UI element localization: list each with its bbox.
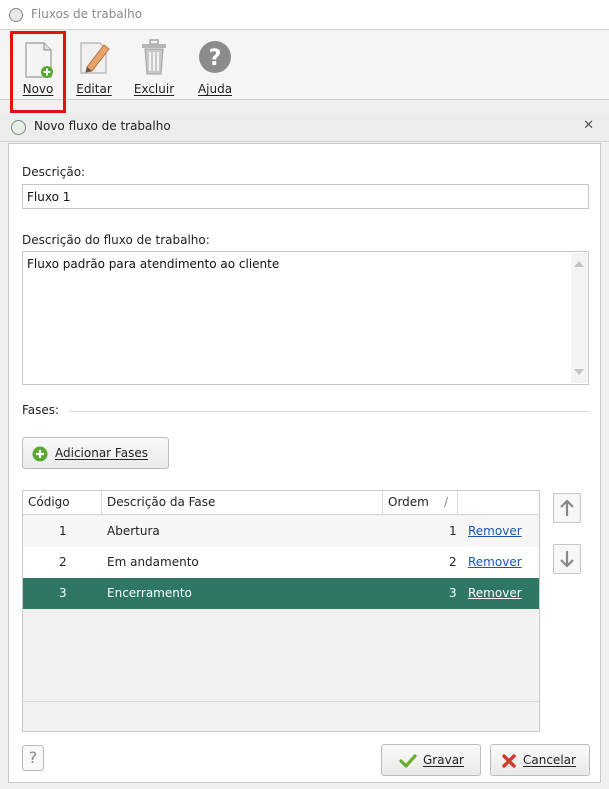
fluxo-desc-label: Descrição do fluxo de trabalho:	[22, 233, 210, 247]
cell-codigo: 3	[59, 586, 67, 600]
plus-circle-icon	[32, 446, 48, 462]
help-button[interactable]: ? Ajuda	[193, 31, 237, 100]
workflow-form: Descrição: Descrição do fluxo de trabalh…	[8, 143, 601, 783]
fases-grid: Código Descrição da Fase Ordem / 1 Abert…	[22, 490, 540, 732]
delete-label: Excluir	[133, 82, 175, 96]
column-header-action	[458, 491, 539, 515]
fases-divider	[69, 411, 589, 412]
new-button[interactable]: Novo	[10, 31, 66, 113]
panel-title: Novo fluxo de trabalho	[34, 119, 171, 133]
sort-indicator-icon: /	[443, 495, 448, 509]
cell-ordem: 1	[449, 524, 457, 538]
move-up-button[interactable]	[553, 493, 581, 523]
add-fases-label: Adicionar Fases	[55, 446, 148, 460]
x-icon	[502, 754, 516, 768]
help-label: Ajuda	[197, 82, 233, 96]
cell-ordem: 2	[449, 555, 457, 569]
edit-label: Editar	[76, 82, 112, 96]
app-icon	[9, 8, 23, 22]
new-label: Novo	[22, 82, 54, 96]
cancel-label: Cancelar	[523, 753, 576, 767]
cell-ordem: 3	[449, 586, 457, 600]
edit-button[interactable]: Editar	[74, 31, 114, 100]
cancel-button[interactable]: Cancelar	[490, 744, 590, 776]
cell-codigo: 2	[59, 555, 67, 569]
home-icon	[11, 120, 26, 135]
arrow-down-icon	[560, 551, 574, 568]
fluxo-desc-textarea[interactable]: Fluxo padrão para atendimento ao cliente	[22, 251, 589, 385]
grid-footer	[23, 701, 539, 731]
edit-pencil-icon	[80, 42, 110, 74]
svg-text:?: ?	[209, 46, 222, 71]
toolbar: Novo Editar Excluir ? Ajuda	[0, 31, 609, 113]
fluxo-desc-text: Fluxo padrão para atendimento ao cliente	[27, 257, 280, 271]
save-label: Gravar	[423, 753, 464, 767]
help-small-button[interactable]: ?	[22, 745, 44, 771]
fases-label: Fases:	[22, 403, 60, 417]
help-question-icon: ?	[199, 41, 231, 73]
remove-link[interactable]: Remover	[468, 586, 522, 600]
cell-descricao: Encerramento	[107, 586, 192, 600]
title-bar: Fluxos de trabalho	[0, 0, 609, 30]
delete-button[interactable]: Excluir	[130, 31, 178, 100]
textarea-scrollbar[interactable]	[571, 253, 587, 383]
table-row[interactable]: 1 Abertura 1 Remover	[23, 516, 539, 547]
cell-descricao: Em andamento	[107, 555, 199, 569]
scroll-up-icon[interactable]	[574, 261, 584, 267]
move-down-button[interactable]	[553, 544, 581, 574]
close-icon[interactable]: ✕	[583, 118, 594, 133]
checkmark-icon	[399, 754, 417, 768]
panel-header: Novo fluxo de trabalho ✕	[0, 113, 609, 142]
window-title: Fluxos de trabalho	[31, 7, 143, 21]
column-header-codigo[interactable]: Código	[23, 491, 102, 515]
add-fases-button[interactable]: Adicionar Fases	[22, 437, 169, 469]
column-header-ordem[interactable]: Ordem /	[383, 491, 458, 515]
remove-link[interactable]: Remover	[468, 555, 522, 569]
table-row[interactable]: 2 Em andamento 2 Remover	[23, 547, 539, 578]
save-button[interactable]: Gravar	[381, 744, 481, 776]
remove-link[interactable]: Remover	[468, 524, 522, 538]
descricao-input[interactable]	[22, 184, 589, 209]
descricao-label: Descrição:	[22, 165, 86, 179]
arrow-up-icon	[560, 499, 574, 516]
trash-icon	[142, 39, 166, 75]
cell-codigo: 1	[59, 524, 67, 538]
new-document-icon	[25, 42, 53, 78]
cell-descricao: Abertura	[107, 524, 160, 538]
table-row-selected[interactable]: 3 Encerramento 3 Remover	[23, 578, 539, 609]
column-header-descricao[interactable]: Descrição da Fase	[102, 491, 383, 515]
scroll-down-icon[interactable]	[574, 369, 584, 375]
